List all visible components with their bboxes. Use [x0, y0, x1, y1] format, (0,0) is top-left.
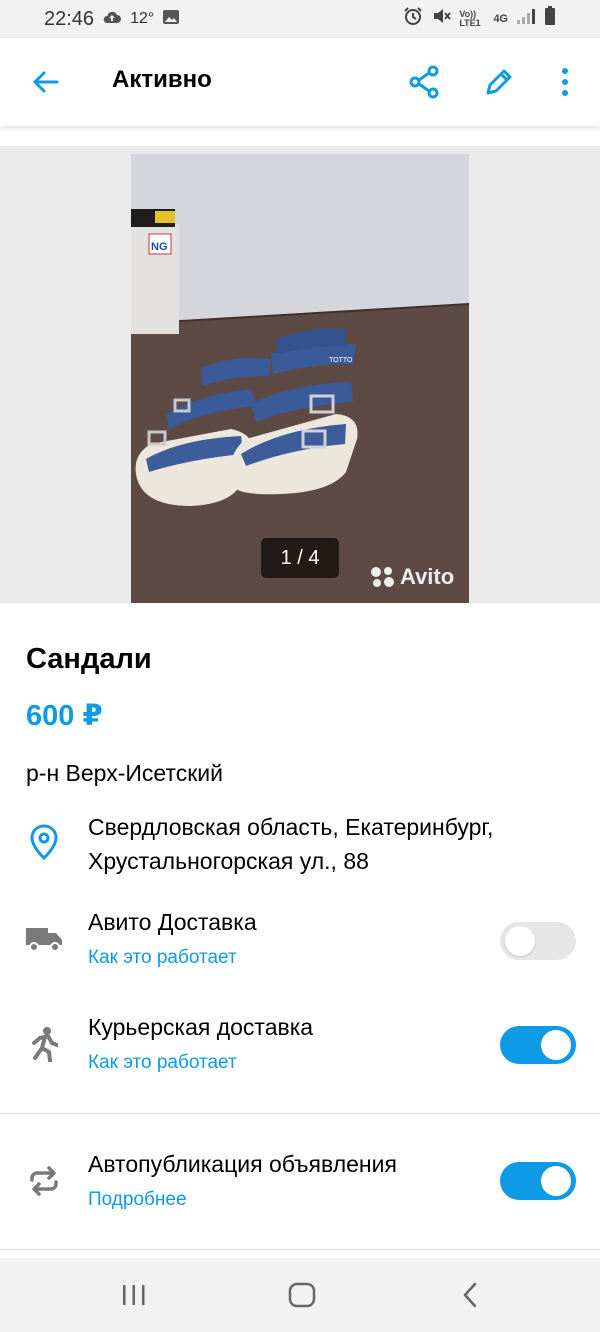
running-person-icon	[24, 1024, 64, 1064]
avito-delivery-how-link[interactable]: Как это работает	[88, 947, 237, 969]
back-icon	[463, 1282, 477, 1308]
courier-delivery-label: Курьерская доставка	[88, 1014, 314, 1040]
alarm-icon	[403, 6, 423, 32]
toggle-knob	[541, 1030, 571, 1060]
address-line-2: Хрустальногорская ул., 88	[88, 848, 369, 874]
back-button[interactable]	[24, 60, 68, 104]
signal-icon	[516, 7, 536, 31]
toggle-knob	[505, 926, 535, 956]
courier-delivery-row: Курьерская доставка Как это работает	[0, 1010, 600, 1086]
app-bar: Активно	[0, 38, 600, 126]
volte-icon: Vo)) LTE1	[459, 9, 481, 28]
address-line-1: Свердловская область, Екатеринбург,	[88, 814, 494, 840]
recent-apps-icon	[123, 1285, 145, 1305]
system-nav-bar	[0, 1258, 600, 1332]
share-icon	[409, 65, 439, 99]
repeat-arrows-icon	[24, 1161, 64, 1201]
courier-delivery-how-link[interactable]: Как это работает	[88, 1052, 237, 1074]
divider	[0, 1113, 600, 1114]
watermark-text: Avito	[400, 564, 455, 589]
sandal-brand: TOTTO	[329, 357, 353, 364]
avito-logo-icon	[371, 567, 394, 587]
courier-delivery-toggle[interactable]	[500, 1026, 576, 1064]
back-arrow-icon	[33, 71, 59, 93]
listing-district: р-н Верх-Исетский	[26, 760, 223, 786]
nav-back-button[interactable]	[448, 1275, 492, 1315]
location-pin-icon	[24, 822, 64, 862]
avito-delivery-row: Авито Доставка Как это работает	[0, 905, 600, 981]
status-bar: 22:46 12° Vo)) LTE1 4G	[0, 0, 600, 38]
avito-delivery-label: Авито Доставка	[88, 909, 257, 935]
photo-counter: 1 / 4	[261, 538, 339, 578]
autopublish-more-link[interactable]: Подробнее	[88, 1189, 187, 1211]
share-button[interactable]	[402, 60, 446, 104]
mute-icon	[431, 6, 452, 32]
more-options-button[interactable]	[543, 60, 587, 104]
edit-pencil-icon	[486, 69, 512, 95]
autopublish-label: Автопубликация объявления	[88, 1151, 397, 1177]
home-icon	[288, 1282, 316, 1308]
edit-button[interactable]	[477, 60, 521, 104]
battery-icon	[544, 6, 556, 32]
avito-watermark: Avito	[370, 564, 454, 590]
autopublish-toggle[interactable]	[500, 1162, 576, 1200]
listing-price: 600 ₽	[26, 700, 103, 732]
recent-apps-button[interactable]	[112, 1275, 156, 1315]
cloud-upload-icon	[102, 8, 122, 31]
listing-title: Сандали	[26, 643, 152, 675]
shoebox-label: NG	[151, 241, 168, 253]
divider	[0, 1249, 600, 1250]
more-vertical-icon	[562, 68, 568, 96]
toggle-knob	[541, 1166, 571, 1196]
avito-delivery-toggle[interactable]	[500, 922, 576, 960]
page-title: Активно	[112, 66, 212, 93]
4g-icon: 4G	[493, 13, 508, 25]
address-row: Свердловская область, Екатеринбург, Хрус…	[0, 810, 600, 890]
status-time: 22:46	[44, 7, 95, 30]
status-temperature: 12°	[130, 10, 155, 27]
image-icon	[162, 8, 180, 31]
home-button[interactable]	[280, 1275, 324, 1315]
truck-icon	[24, 919, 64, 959]
address-text: Свердловская область, Екатеринбург, Хрус…	[88, 810, 493, 878]
photo-gallery[interactable]: NG TOTTO 1 / 4 Avito	[0, 146, 600, 603]
listing-photo[interactable]: NG TOTTO	[131, 154, 469, 603]
autopublish-row: Автопубликация объявления Подробнее	[0, 1147, 600, 1223]
